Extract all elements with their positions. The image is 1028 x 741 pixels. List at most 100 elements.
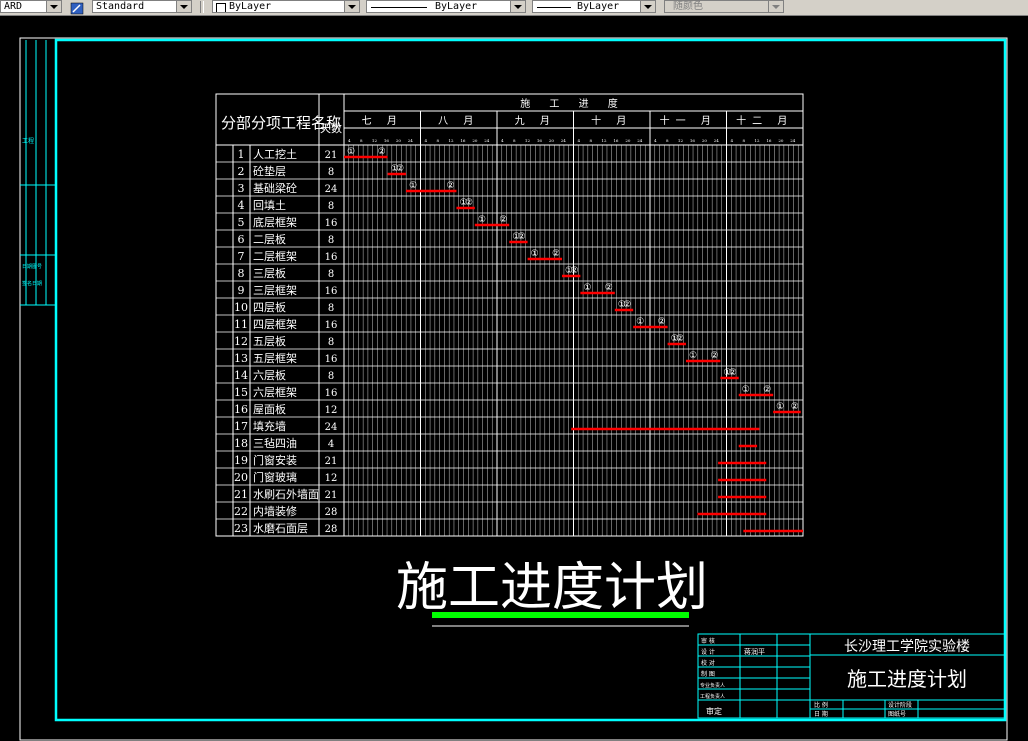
tb-label-project-lead: 工程负责人 bbox=[700, 693, 725, 700]
chevron-down-icon[interactable] bbox=[510, 1, 525, 12]
day-tick-label: 8 bbox=[436, 138, 439, 143]
milestone-marker-end: ② bbox=[676, 334, 684, 344]
task-name: 屋面板 bbox=[253, 402, 286, 416]
color-control-combo[interactable]: ByLayer bbox=[212, 0, 360, 13]
milestone-marker-end: ② bbox=[763, 385, 771, 395]
day-tick-label: 4 bbox=[654, 138, 657, 143]
task-days: 21 bbox=[325, 456, 338, 467]
schedule-table: 分部分项工程名称 天数 施 工 进 度 七 月4 8 12 16 20 24八 月4 8 12… bbox=[215, 93, 804, 537]
task-number: 1 bbox=[238, 148, 245, 161]
tb-label-drawing-no: 图纸号 bbox=[888, 710, 906, 718]
drawing-canvas[interactable]: 工程 日期图号 签名日期 分部分项工程名称 天数 施 工 进 度 七 月4 8 12… bbox=[0, 15, 1028, 741]
task-name: 四层板 bbox=[253, 300, 286, 314]
text-style-combo[interactable]: Standard bbox=[92, 0, 192, 13]
task-name: 三层板 bbox=[253, 266, 286, 280]
task-name: 五层框架 bbox=[253, 352, 297, 365]
milestone-marker-end: ② bbox=[396, 164, 404, 174]
task-days: 8 bbox=[328, 269, 334, 280]
day-tick-label: 24 bbox=[637, 138, 643, 143]
task-name: 四层框架 bbox=[253, 318, 297, 331]
task-number: 20 bbox=[234, 471, 248, 484]
day-tick-label: 24 bbox=[714, 138, 720, 143]
task-name: 底层框架 bbox=[253, 215, 297, 229]
text-style-icon[interactable] bbox=[70, 0, 84, 15]
lineweight-swatch-icon bbox=[537, 7, 571, 8]
plot-style-combo[interactable]: 随颜色 bbox=[664, 0, 784, 13]
chevron-down-icon[interactable] bbox=[344, 1, 359, 12]
day-tick-label: 4 bbox=[501, 138, 504, 143]
day-tick-label: 4 bbox=[731, 138, 734, 143]
milestone-marker-end: ② bbox=[710, 351, 718, 361]
task-name: 填充墙 bbox=[253, 419, 286, 433]
day-tick-label: 8 bbox=[742, 138, 745, 143]
month-label: 七 月 bbox=[362, 115, 403, 127]
day-tick-label: 12 bbox=[754, 138, 760, 143]
binding-strip: 工程 日期图号 签名日期 bbox=[20, 40, 56, 306]
tb-label-approve: 审定 bbox=[706, 706, 722, 716]
task-rows: 1 人工挖土 212 砼垫层 83 基础梁砼 244 回填土 85 底层框架 166 二层板 87 二层框… bbox=[216, 147, 803, 535]
task-number: 16 bbox=[234, 403, 248, 416]
task-days: 16 bbox=[325, 218, 338, 229]
task-name: 水磨石面层 bbox=[253, 522, 308, 535]
tb-project-name: 长沙理工学院实验楼 bbox=[844, 639, 970, 655]
task-name: 内墙装修 bbox=[253, 504, 297, 518]
day-tick-label: 16 bbox=[766, 138, 772, 143]
day-tick-label: 24 bbox=[561, 138, 567, 143]
tb-label-check: 校 对 bbox=[701, 659, 715, 667]
task-name: 二层板 bbox=[253, 232, 286, 246]
milestone-marker-end: ② bbox=[623, 300, 631, 310]
task-days: 4 bbox=[328, 439, 334, 450]
task-days: 21 bbox=[325, 490, 338, 501]
task-number: 13 bbox=[234, 352, 248, 365]
day-tick-label: 8 bbox=[589, 138, 592, 143]
drawing-title: 施工进度计划 bbox=[396, 558, 708, 618]
dimension-style-value: ARD bbox=[4, 1, 23, 12]
tb-label-discipline-lead: 专业负责人 bbox=[700, 682, 725, 689]
chevron-down-icon[interactable] bbox=[176, 1, 191, 12]
task-name: 五层板 bbox=[253, 334, 286, 348]
task-number: 9 bbox=[238, 284, 245, 297]
title-underline-thick bbox=[432, 612, 689, 618]
chevron-down-icon[interactable] bbox=[640, 1, 655, 12]
day-tick-label: 8 bbox=[513, 138, 516, 143]
task-days: 28 bbox=[325, 524, 338, 535]
month-label: 九 月 bbox=[515, 115, 556, 127]
day-tick-label: 16 bbox=[690, 138, 696, 143]
task-number: 5 bbox=[238, 216, 245, 229]
milestone-marker-start: ① bbox=[478, 215, 486, 225]
task-days: 16 bbox=[325, 252, 338, 263]
task-days: 8 bbox=[328, 167, 334, 178]
tb-label-design: 设 计 bbox=[701, 648, 715, 656]
milestone-marker-start: ① bbox=[742, 385, 750, 395]
day-tick-label: 16 bbox=[460, 138, 466, 143]
milestone-marker-end: ② bbox=[605, 283, 613, 293]
task-number: 21 bbox=[234, 488, 248, 501]
task-number: 23 bbox=[234, 522, 248, 535]
task-number: 8 bbox=[238, 267, 245, 280]
day-tick-label: 12 bbox=[448, 138, 454, 143]
task-number: 2 bbox=[238, 165, 245, 178]
milestone-marker-end: ② bbox=[570, 266, 578, 276]
chevron-down-icon[interactable] bbox=[768, 1, 783, 12]
properties-toolbar: ARD Standard ByLayer ByLayer ByLayer 随颜色 bbox=[0, 0, 1028, 16]
task-days: 12 bbox=[325, 473, 338, 484]
milestone-marker-end: ② bbox=[378, 147, 386, 157]
tb-label-draw: 制 图 bbox=[701, 670, 715, 678]
milestone-marker-start: ① bbox=[776, 402, 784, 412]
color-control-value: ByLayer bbox=[229, 1, 272, 12]
task-number: 3 bbox=[238, 182, 245, 195]
task-name: 砼垫层 bbox=[253, 164, 286, 178]
tb-label-review: 审 核 bbox=[701, 637, 715, 645]
lineweight-combo[interactable]: ByLayer bbox=[532, 0, 656, 13]
milestone-marker-start: ① bbox=[689, 351, 697, 361]
task-number: 11 bbox=[234, 318, 248, 331]
linetype-combo[interactable]: ByLayer bbox=[366, 0, 526, 13]
task-name: 二层框架 bbox=[253, 250, 297, 263]
milestone-marker-end: ② bbox=[791, 402, 799, 412]
chevron-down-icon[interactable] bbox=[46, 1, 61, 12]
binding-label-project: 工程 bbox=[22, 137, 34, 145]
dimension-style-combo[interactable]: ARD bbox=[0, 0, 62, 13]
month-label: 十二 月 bbox=[736, 114, 793, 127]
month-label: 八 月 bbox=[438, 115, 479, 127]
milestone-marker-start: ① bbox=[583, 283, 591, 293]
